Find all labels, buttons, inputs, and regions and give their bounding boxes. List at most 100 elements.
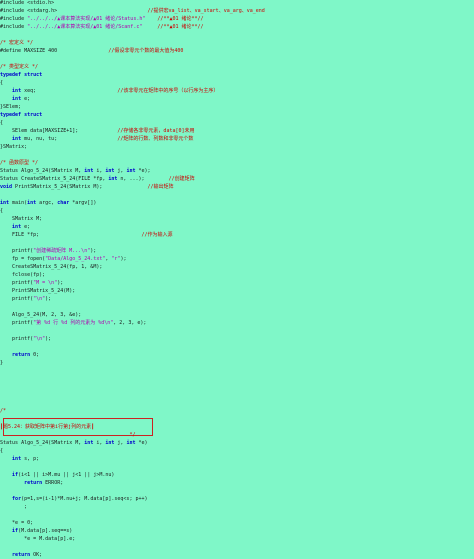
code-line: *e = M.data[p].e; bbox=[0, 536, 75, 543]
code-line: } bbox=[0, 360, 3, 367]
code-token: PrintSMatrix_5_24(SMatrix M); bbox=[12, 184, 148, 190]
code-token: }SMatrix; bbox=[0, 144, 28, 150]
code-token: 0; bbox=[30, 352, 40, 358]
code-token: }SElem; bbox=[0, 104, 22, 110]
code-token: Status Algo_5_24(SMatrix M, bbox=[0, 440, 85, 446]
code-token: Status CreateSMatrix_5_24(FILE *fp, bbox=[0, 176, 109, 182]
code-token: "../../../▲课本算法实现/▲01 绪论/Status.h" bbox=[27, 16, 146, 22]
code-token: (M.data[p].seq==s) bbox=[18, 528, 73, 534]
code-token: , 2, 3, e); bbox=[113, 320, 147, 326]
code-line: { bbox=[0, 120, 3, 127]
code-editor[interactable]: #include <stdio.h> #include <stdarg.h> //… bbox=[0, 0, 474, 559]
code-line: FILE *fp; //作为输入源 bbox=[0, 232, 173, 239]
code-token: { bbox=[0, 120, 4, 126]
code-token: SMatrix M; bbox=[0, 216, 43, 222]
code-line: Status Algo_5_24(SMatrix M, int i, int j… bbox=[0, 168, 151, 175]
code-token: #define MAXSIZE 400 bbox=[0, 48, 109, 54]
code-line: return 0; bbox=[0, 352, 39, 359]
code-token: int bbox=[12, 224, 22, 230]
code-token: //假设非零元个数的最大值为400 bbox=[108, 48, 184, 54]
code-token: //**▲01 绪论**// bbox=[157, 16, 204, 22]
code-token: e; bbox=[21, 96, 31, 102]
code-token: j, bbox=[114, 440, 127, 446]
code-token: "M = \n" bbox=[33, 280, 58, 286]
code-token: (i<1 || i>M.mu || j<1 || j>M.nu) bbox=[18, 472, 115, 478]
code-token: return bbox=[12, 552, 31, 558]
code-token: printf( bbox=[0, 296, 34, 302]
code-token: /* bbox=[0, 408, 7, 414]
code-token: ); bbox=[120, 256, 127, 262]
code-line: ┃题5.24：获取矩阵中第i行第j列的元素┃ bbox=[0, 424, 94, 431]
code-line: }SMatrix; bbox=[0, 144, 27, 151]
code-line: int mu, nu, tu; //矩阵的行数、列数和非零元个数 bbox=[0, 136, 193, 143]
code-token: int bbox=[0, 200, 10, 206]
code-token: typedef struct bbox=[0, 72, 43, 78]
code-line: for(p=1,s=(i-1)*M.nu+j; M.data[p].seq<s;… bbox=[0, 496, 147, 503]
code-line: SElem data[MAXSIZE+1]; //存储各非零元素，data[0]… bbox=[0, 128, 194, 135]
code-line: #include "../../../▲课本算法实现/▲01 绪论/Scanf.… bbox=[0, 24, 204, 31]
code-token: int bbox=[12, 96, 22, 102]
code-token: { bbox=[0, 448, 4, 454]
code-token: //创建矩阵 bbox=[168, 176, 195, 182]
code-line: Status Algo_5_24(SMatrix M, int i, int j… bbox=[0, 440, 148, 447]
code-token: #include bbox=[0, 24, 28, 30]
code-line: /* 函数原型 */ bbox=[0, 160, 38, 167]
code-token: /* 类型定义 */ bbox=[0, 64, 39, 70]
code-token: argc, bbox=[36, 200, 58, 206]
code-token: */ bbox=[0, 432, 136, 438]
code-token: return bbox=[12, 352, 31, 358]
code-token: "../../../▲课本算法实现/▲01 绪论/Scanf.c" bbox=[27, 24, 143, 30]
code-token: Algo_5_24(M, 2, 3, &e); bbox=[0, 312, 82, 318]
code-token: "创建稀疏矩阵 M...\n" bbox=[33, 248, 91, 254]
code-token: /* 宏定义 */ bbox=[0, 40, 34, 46]
code-token: //**▲01 绪论**// bbox=[157, 24, 204, 30]
code-line: return OK; bbox=[0, 552, 42, 559]
code-token: "Data/Algo_5_24.txt" bbox=[45, 256, 106, 262]
code-token: for bbox=[12, 496, 22, 502]
code-token: i, bbox=[93, 168, 106, 174]
code-token: //作为输入源 bbox=[141, 232, 173, 238]
code-token: SElem data[MAXSIZE+1]; bbox=[0, 128, 118, 134]
code-token: fp = fopen( bbox=[0, 256, 46, 262]
code-token: OK; bbox=[30, 552, 43, 558]
code-line: /* 类型定义 */ bbox=[0, 64, 38, 71]
code-line: void PrintSMatrix_5_24(SMatrix M); //输出矩… bbox=[0, 184, 174, 191]
code-token: *e = M.data[p].e; bbox=[0, 536, 76, 542]
code-token: ); bbox=[57, 280, 64, 286]
code-line: { bbox=[0, 448, 3, 455]
code-token: //该非零元在矩阵中的序号（以行序为主序） bbox=[117, 88, 219, 94]
code-line: int e; bbox=[0, 96, 30, 103]
code-token: *e); bbox=[135, 168, 151, 174]
code-token: ┃题5.24：获取矩阵中第i行第j列的元素┃ bbox=[0, 424, 95, 430]
code-token: *argv[]) bbox=[69, 200, 97, 206]
code-token: PrintSMatrix_5_24(M); bbox=[0, 288, 76, 294]
code-token: int bbox=[12, 456, 22, 462]
code-line: }SElem; bbox=[0, 104, 21, 111]
code-token: /* 函数原型 */ bbox=[0, 160, 39, 166]
code-token: { bbox=[0, 208, 4, 214]
code-token: fclose(fp); bbox=[0, 272, 46, 278]
code-token: *e = 0; bbox=[0, 520, 34, 526]
code-token: e; bbox=[21, 224, 31, 230]
code-token: ); bbox=[45, 296, 52, 302]
code-token: #include <stdio.h> bbox=[0, 0, 55, 6]
code-token: i, bbox=[93, 440, 106, 446]
code-token: ); bbox=[90, 248, 97, 254]
code-line: #include "../../../▲课本算法实现/▲01 绪论/Status… bbox=[0, 16, 204, 23]
code-line: typedef struct bbox=[0, 112, 42, 119]
code-token: Status Algo_5_24(SMatrix M, bbox=[0, 168, 85, 174]
code-line: int s, p; bbox=[0, 456, 39, 463]
code-line: printf("\n"); bbox=[0, 296, 51, 303]
code-token: "第 %d 行 %d 列的元素为 %d\n" bbox=[33, 320, 114, 326]
code-token: CreateSMatrix_5_24(fp, 1, &M); bbox=[0, 264, 103, 270]
code-token: int bbox=[84, 440, 94, 446]
code-token: //提供宏va_list、va_start、va_arg、va_end bbox=[147, 8, 265, 14]
